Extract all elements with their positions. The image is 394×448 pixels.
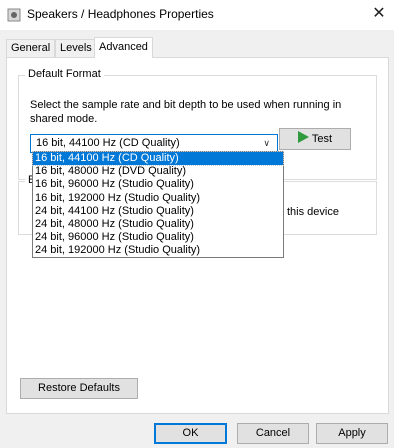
chevron-down-icon: ∨ — [263, 138, 270, 148]
format-description: Select the sample rate and bit depth to … — [30, 99, 342, 125]
tab-general[interactable]: General — [6, 39, 56, 57]
tab-levels[interactable]: Levels — [55, 39, 97, 57]
dropdown-option[interactable]: 16 bit, 44100 Hz (CD Quality) — [32, 150, 284, 167]
dropdown-option[interactable]: 24 bit, 96000 Hz (Studio Quality) — [33, 231, 283, 244]
title-bar: Speakers / Headphones Properties ✕ — [0, 0, 394, 30]
close-button[interactable]: ✕ — [364, 0, 394, 30]
dropdown-option[interactable]: 16 bit, 48000 Hz (DVD Quality) — [33, 165, 283, 178]
dropdown-option[interactable]: 24 bit, 48000 Hz (Studio Quality) — [33, 218, 283, 231]
sample-rate-value: 16 bit, 44100 Hz (CD Quality) — [36, 137, 180, 149]
test-label: Test — [311, 133, 333, 145]
exclusive-mode-text: this device — [287, 206, 339, 218]
dropdown-option[interactable]: 16 bit, 192000 Hz (Studio Quality) — [33, 192, 283, 205]
dropdown-option[interactable]: 24 bit, 192000 Hz (Studio Quality) — [33, 244, 283, 257]
ok-button[interactable]: OK — [154, 423, 227, 444]
play-icon — [297, 131, 309, 143]
window-title: Speakers / Headphones Properties — [27, 7, 214, 21]
restore-defaults-button[interactable]: Restore Defaults — [20, 378, 138, 399]
dropdown-option[interactable]: 16 bit, 96000 Hz (Studio Quality) — [33, 178, 283, 191]
speaker-icon — [7, 8, 21, 22]
test-button[interactable]: Test — [279, 128, 351, 150]
tab-advanced[interactable]: Advanced — [94, 37, 153, 58]
dropdown-option[interactable]: 24 bit, 44100 Hz (Studio Quality) — [33, 205, 283, 218]
default-format-label: Default Format — [25, 68, 104, 80]
apply-button[interactable]: Apply — [316, 423, 388, 444]
close-icon: ✕ — [372, 5, 386, 22]
cancel-button[interactable]: Cancel — [237, 423, 309, 444]
sample-rate-dropdown-list: 16 bit, 44100 Hz (CD Quality) 16 bit, 48… — [32, 150, 284, 258]
